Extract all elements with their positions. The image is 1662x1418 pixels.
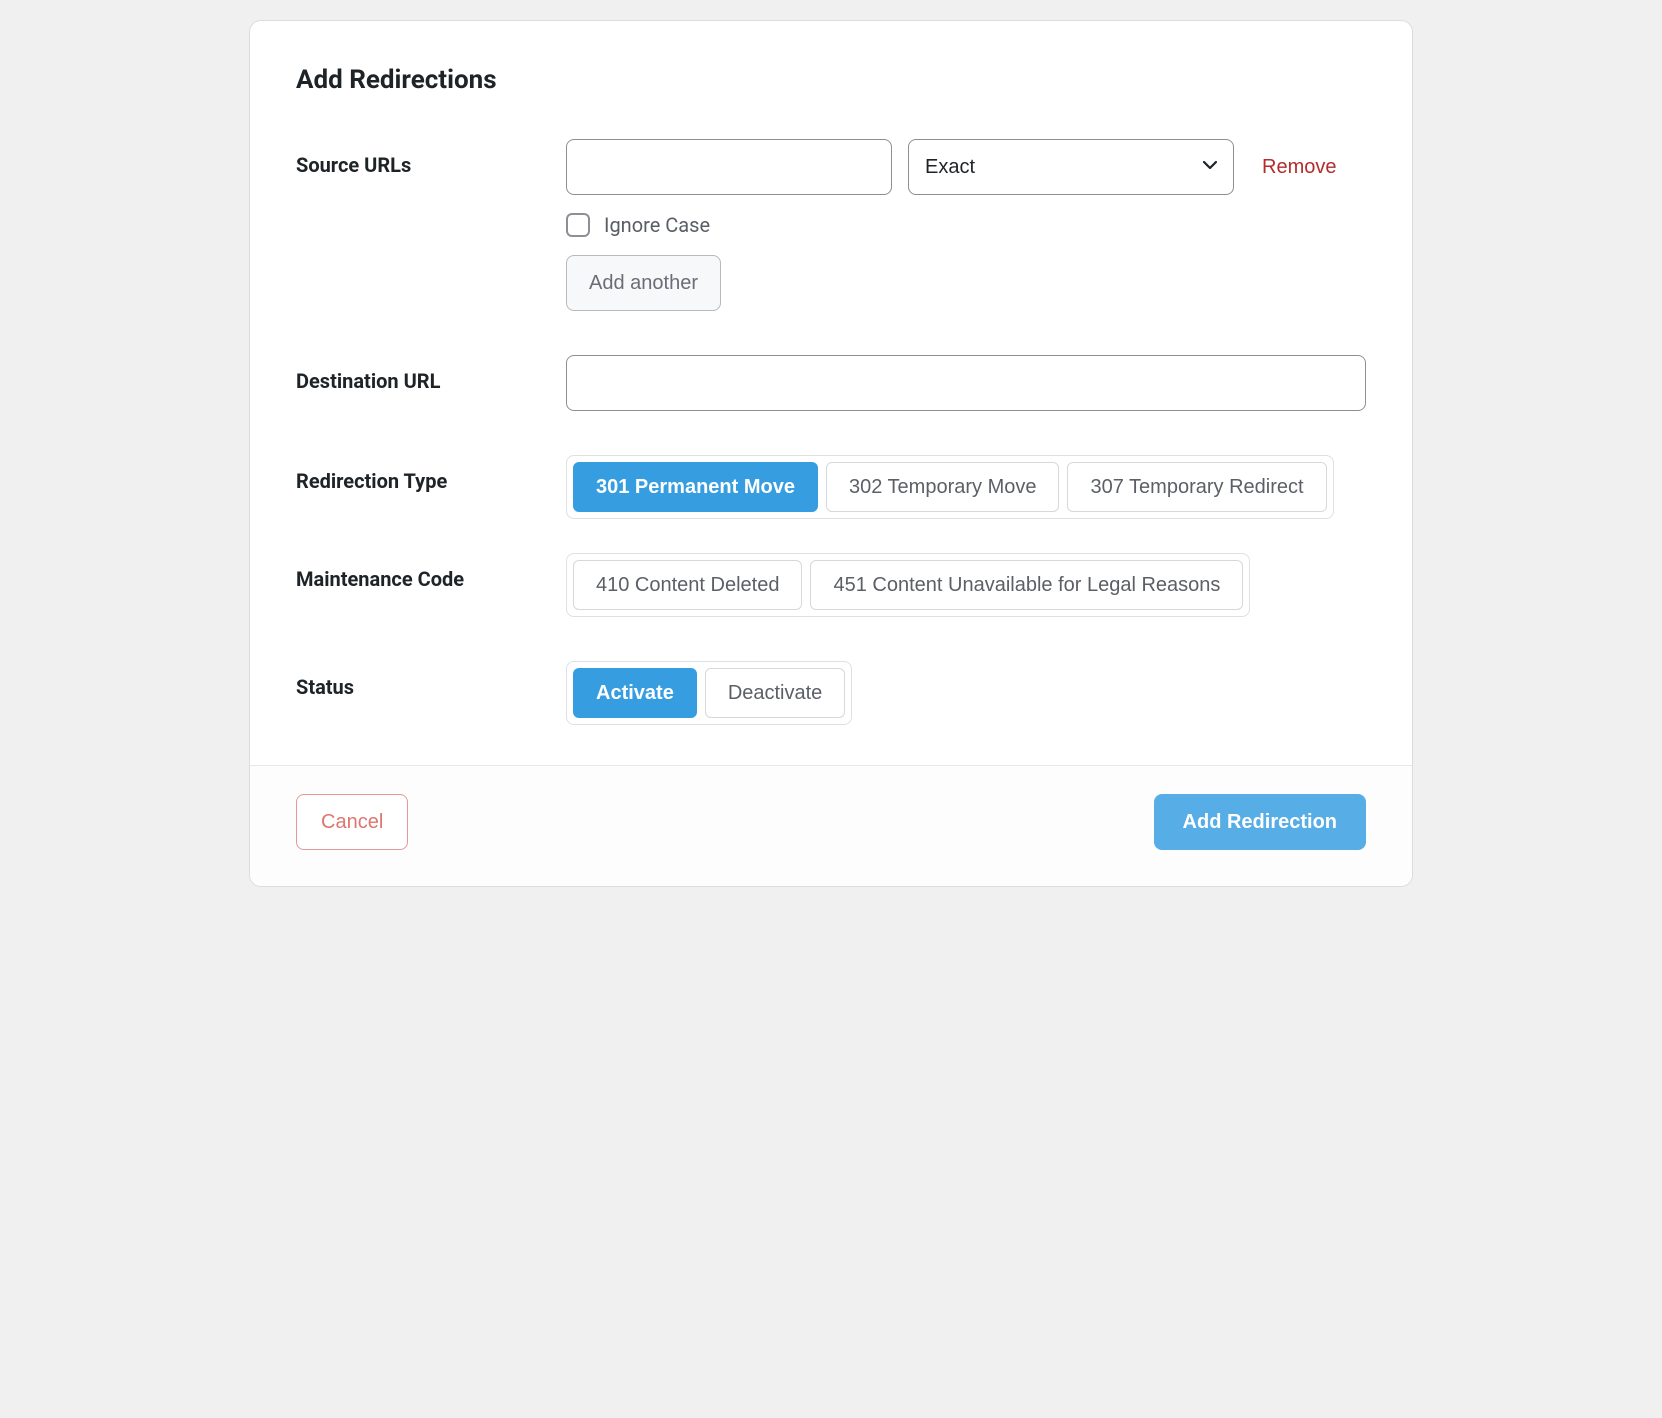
source-url-input[interactable] — [566, 139, 892, 195]
type-307-button[interactable]: 307 Temporary Redirect — [1067, 462, 1326, 512]
status-deactivate-button[interactable]: Deactivate — [705, 668, 846, 718]
ignore-case-checkbox[interactable] — [566, 213, 590, 237]
maintenance-451-button[interactable]: 451 Content Unavailable for Legal Reason… — [810, 560, 1243, 610]
add-redirection-button[interactable]: Add Redirection — [1154, 794, 1366, 850]
col-maintenance-code: 410 Content Deleted 451 Content Unavaila… — [566, 553, 1366, 617]
label-maintenance-code: Maintenance Code — [296, 553, 566, 591]
label-source-urls: Source URLs — [296, 139, 566, 177]
type-302-button[interactable]: 302 Temporary Move — [826, 462, 1060, 512]
match-type-wrap: Exact — [908, 139, 1234, 195]
col-status: Activate Deactivate — [566, 661, 1366, 725]
ignore-case-label[interactable]: Ignore Case — [604, 213, 710, 237]
ignore-case-row: Ignore Case — [566, 213, 1366, 237]
label-destination-url: Destination URL — [296, 355, 566, 393]
match-type-select[interactable]: Exact — [908, 139, 1234, 195]
col-redirection-type: 301 Permanent Move 302 Temporary Move 30… — [566, 455, 1366, 519]
add-another-button[interactable]: Add another — [566, 255, 721, 311]
col-destination-url — [566, 355, 1366, 411]
row-status: Status Activate Deactivate — [296, 661, 1366, 725]
type-301-button[interactable]: 301 Permanent Move — [573, 462, 818, 512]
redirection-type-group: 301 Permanent Move 302 Temporary Move 30… — [566, 455, 1334, 519]
row-redirection-type: Redirection Type 301 Permanent Move 302 … — [296, 455, 1366, 519]
label-status: Status — [296, 661, 566, 699]
remove-source-button[interactable]: Remove — [1262, 156, 1336, 179]
add-redirection-panel: Add Redirections Source URLs Exact Remov… — [249, 20, 1413, 887]
cancel-button[interactable]: Cancel — [296, 794, 408, 850]
panel-footer: Cancel Add Redirection — [250, 765, 1412, 886]
row-maintenance-code: Maintenance Code 410 Content Deleted 451… — [296, 553, 1366, 617]
panel-body: Add Redirections Source URLs Exact Remov… — [250, 21, 1412, 765]
col-source-urls: Exact Remove Ignore Case Add another — [566, 139, 1366, 311]
source-url-row: Exact Remove — [566, 139, 1366, 195]
maintenance-code-group: 410 Content Deleted 451 Content Unavaila… — [566, 553, 1250, 617]
label-redirection-type: Redirection Type — [296, 455, 566, 493]
status-activate-button[interactable]: Activate — [573, 668, 697, 718]
destination-url-input[interactable] — [566, 355, 1366, 411]
row-destination-url: Destination URL — [296, 355, 1366, 411]
panel-title: Add Redirections — [296, 65, 1366, 95]
maintenance-410-button[interactable]: 410 Content Deleted — [573, 560, 802, 610]
row-source-urls: Source URLs Exact Remove — [296, 139, 1366, 311]
status-group: Activate Deactivate — [566, 661, 852, 725]
